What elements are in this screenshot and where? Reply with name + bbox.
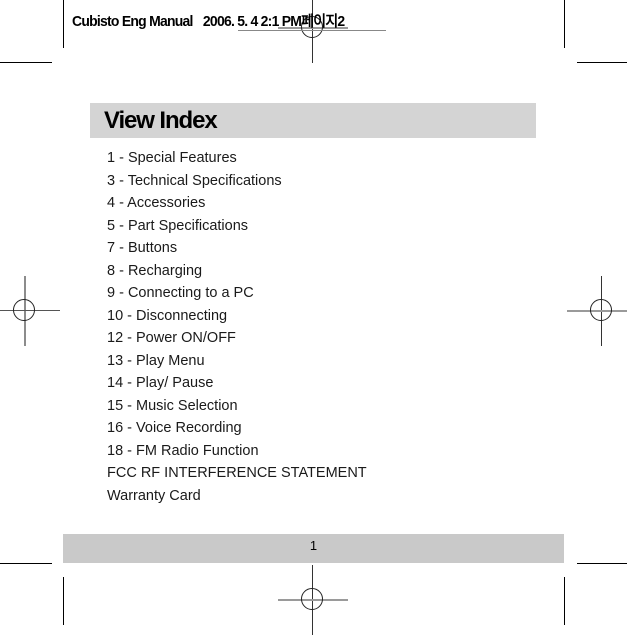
index-list-item: 14 - Play/ Pause bbox=[107, 375, 214, 391]
index-list-item: 4 - Accessories bbox=[107, 195, 206, 211]
page-title: View Index bbox=[104, 107, 218, 134]
document-page: Cubisto Eng Manual 2006. 5. 4 2:1 PM페이지2 … bbox=[0, 0, 627, 635]
registration-mark-left-icon bbox=[0, 276, 60, 346]
page-number: 1 bbox=[309, 538, 318, 553]
registration-mark-circle bbox=[13, 299, 35, 321]
index-list-item: 1 - Special Features bbox=[107, 150, 237, 166]
index-list-item: Warranty Card bbox=[107, 487, 201, 504]
index-list-item: 9 - Connecting to a PC bbox=[107, 285, 254, 301]
crop-mark-bottom-right-vertical bbox=[564, 577, 565, 625]
page-title-bar: View Index bbox=[90, 103, 536, 138]
index-list-item: 12 - Power ON/OFF bbox=[107, 330, 236, 346]
index-list-item: 3 - Technical Specifications bbox=[107, 172, 282, 189]
header-file-label: Cubisto Eng Manual bbox=[72, 13, 193, 30]
crop-mark-bottom-left-horizontal bbox=[0, 563, 52, 564]
index-list-item: 13 - Play Menu bbox=[107, 352, 205, 369]
index-list-item: FCC RF INTERFERENCE STATEMENT bbox=[107, 465, 367, 481]
index-list: 1 - Special Features 3 - Technical Specif… bbox=[107, 147, 527, 507]
crop-mark-top-left-horizontal bbox=[0, 62, 52, 63]
index-list-item: 10 - Disconnecting bbox=[107, 307, 228, 324]
crop-mark-top-right-vertical bbox=[564, 0, 565, 48]
header-date-label: 2006. 5. 4 2:1 PM페이지2 bbox=[202, 13, 345, 30]
registration-mark-circle bbox=[301, 588, 323, 610]
crop-mark-bottom-right-horizontal bbox=[577, 563, 627, 564]
document-header: Cubisto Eng Manual 2006. 5. 4 2:1 PM페이지2 bbox=[72, 10, 345, 31]
index-list-item: 18 - FM Radio Function bbox=[107, 442, 259, 459]
index-list-item: 8 - Recharging bbox=[107, 262, 203, 279]
crop-mark-top-left-vertical bbox=[63, 0, 64, 48]
registration-mark-circle bbox=[590, 299, 612, 321]
index-list-item: 15 - Music Selection bbox=[107, 397, 238, 414]
crop-mark-bottom-left-vertical bbox=[63, 577, 64, 625]
index-list-item: 7 - Buttons bbox=[107, 240, 178, 256]
page-footer-bar: 1 bbox=[63, 534, 564, 563]
index-list-item: 16 - Voice Recording bbox=[107, 420, 242, 436]
crop-mark-top-right-horizontal bbox=[577, 62, 627, 63]
index-list-item: 5 - Part Specifications bbox=[107, 217, 249, 234]
registration-mark-right-icon bbox=[567, 276, 627, 346]
